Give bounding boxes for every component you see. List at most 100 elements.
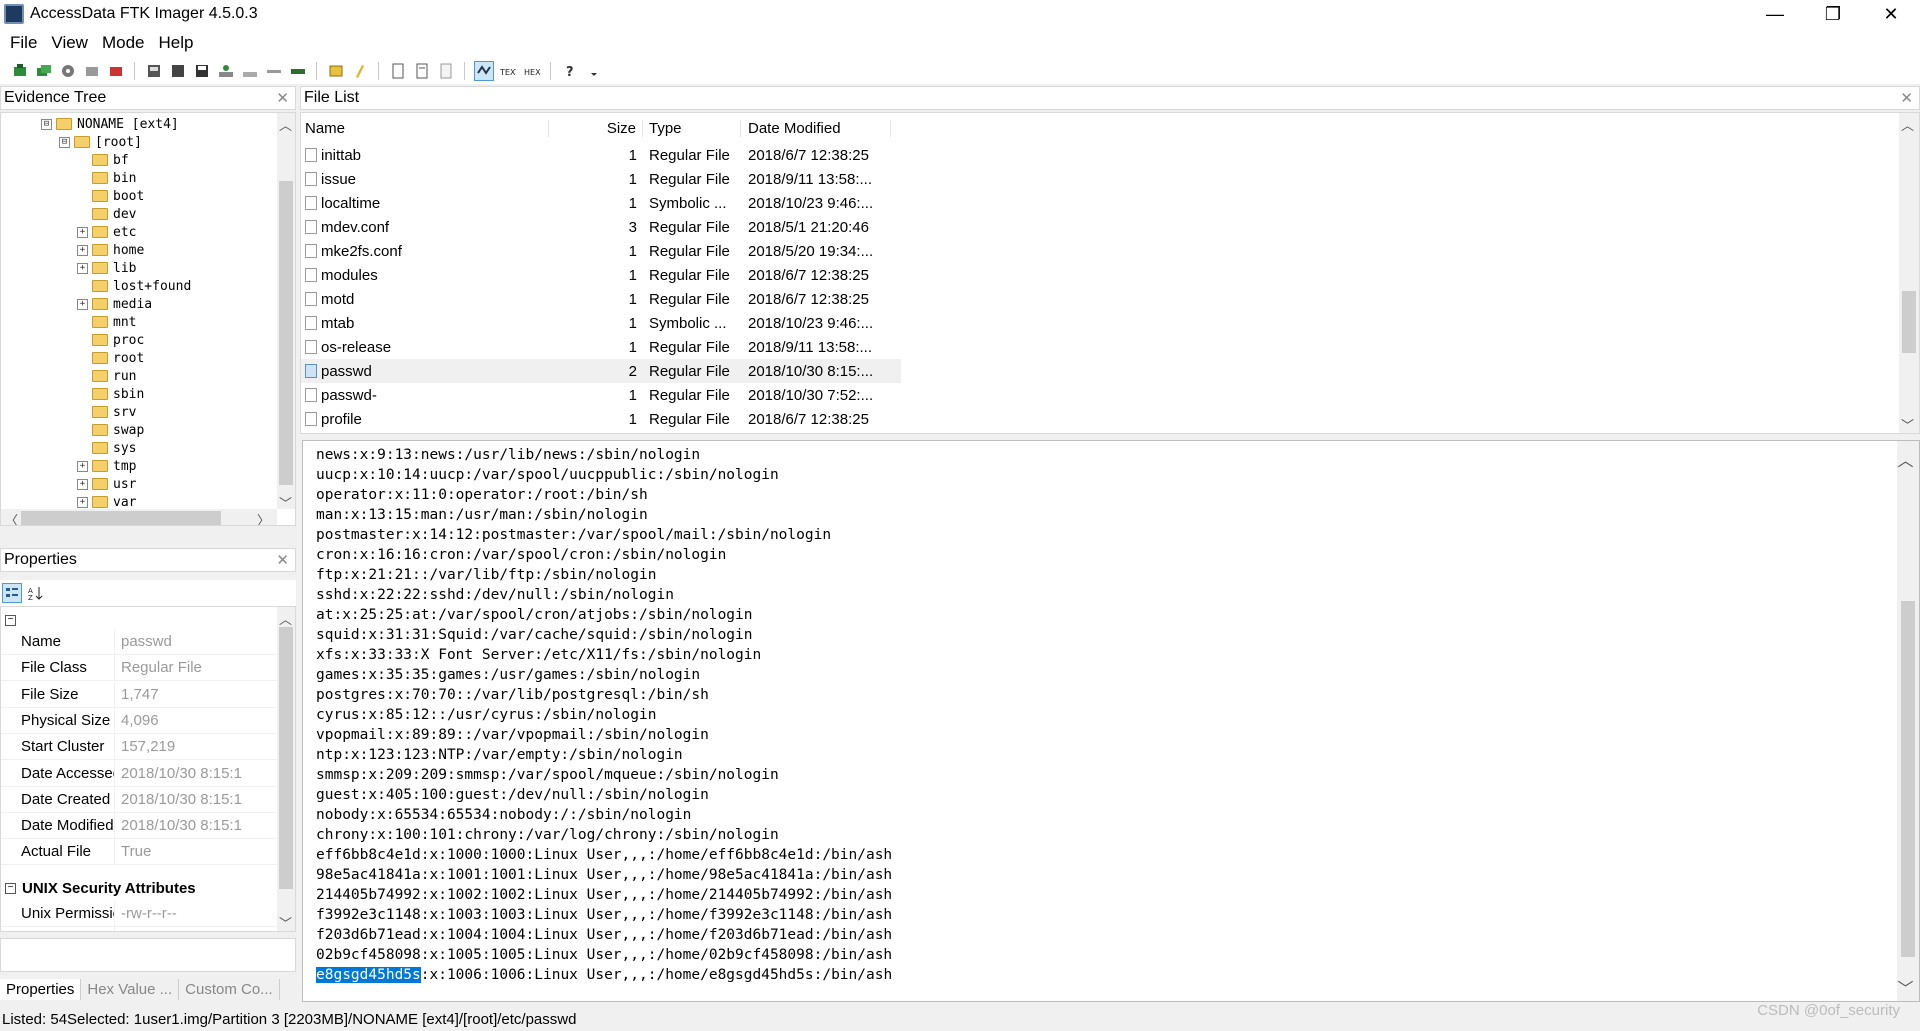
obtain-protected-files-icon[interactable] [264,61,284,81]
expander-icon[interactable]: ⊟ [59,136,70,148]
property-row[interactable]: Actual File True [1,839,277,866]
file-row[interactable]: mdev.conf 3 Regular File 2018/5/1 21:20:46 [301,215,901,239]
tree-node[interactable]: sbin [77,385,144,403]
column-name[interactable]: Name [301,119,549,137]
scroll-up-icon[interactable]: ︿ [1897,447,1914,471]
maximize-button[interactable]: ❐ [1804,0,1862,28]
scrollbar-thumb[interactable] [279,181,293,485]
property-row[interactable]: File Class Regular File [1,655,277,682]
scrollbar-thumb[interactable] [1901,601,1915,957]
capture-memory-icon[interactable] [240,61,260,81]
chevron-down-icon[interactable] [584,61,604,81]
file-list-vscrollbar[interactable]: ︿ ﹀ [1899,113,1919,433]
tree-node[interactable]: sys [77,439,136,457]
tree-node[interactable]: + home [77,241,144,259]
new-page-icon[interactable] [388,61,408,81]
scroll-up-icon[interactable]: ︿ [277,115,294,134]
categorized-icon[interactable] [2,583,22,603]
property-row[interactable]: Unix Permission -rw-r--r-- [1,901,277,927]
tree-node[interactable]: + usr [77,475,136,493]
file-row[interactable]: os-release 1 Regular File 2018/9/11 13:58:.… [301,335,901,359]
tree-node[interactable]: bin [77,169,136,187]
remove-all-icon[interactable] [106,61,126,81]
column-size[interactable]: Size [549,119,643,137]
evidence-tree-vscrollbar[interactable]: ︿ ﹀ [277,113,295,512]
file-row[interactable]: passwd 2 Regular File 2018/10/30 8:15:... [301,359,901,383]
text-view-icon[interactable]: TEXT [498,61,518,81]
file-row[interactable]: mke2fs.conf 1 Regular File 2018/5/20 19:34:… [301,239,901,263]
property-row[interactable]: Date Accessed 2018/10/30 8:15:1 [1,760,277,787]
hex-view-icon[interactable]: HEX [522,61,542,81]
expander-icon[interactable]: + [77,478,88,490]
expander-icon[interactable]: + [77,226,88,238]
memory-chip-icon[interactable] [288,61,308,81]
file-row[interactable]: localtime 1 Symbolic ... 2018/10/23 9:46:..… [301,191,901,215]
tree-node[interactable]: + tmp [77,457,136,475]
column-type[interactable]: Type [643,119,741,137]
tab-hex-value[interactable]: Hex Value ... [81,978,180,1000]
tree-node[interactable]: + media [77,295,152,313]
menu-view[interactable]: View [51,33,88,53]
scroll-down-icon[interactable]: ﹀ [277,493,294,512]
pages-icon[interactable] [436,61,456,81]
tab-properties[interactable]: Properties [0,978,82,1000]
export-files-icon[interactable] [326,61,346,81]
file-row[interactable]: inittab 1 Regular File 2018/6/7 12:38:25 [301,143,901,167]
scroll-down-icon[interactable]: ﹀ [277,913,294,931]
file-row[interactable]: mtab 1 Symbolic ... 2018/10/23 9:46:... [301,311,901,335]
scroll-up-icon[interactable]: ︿ [277,609,294,628]
property-row[interactable]: Date Modified 2018/10/30 8:15:1 [1,813,277,840]
file-row[interactable]: profile 1 Regular File 2018/6/7 12:38:25 [301,407,901,431]
scroll-down-icon[interactable]: ﹀ [1899,415,1916,433]
auto-view-icon[interactable] [474,61,494,81]
remove-evidence-icon[interactable] [82,61,102,81]
scroll-up-icon[interactable]: ︿ [1899,115,1916,134]
property-row[interactable]: Date Created 2018/10/30 8:15:1 [1,786,277,813]
menu-mode[interactable]: Mode [102,33,145,53]
tree-node[interactable]: root [77,349,144,367]
save-icon[interactable] [192,61,212,81]
property-row[interactable]: Name passwd [1,629,277,655]
scroll-down-icon[interactable]: ﹀ [1897,975,1914,999]
expander-icon[interactable]: ⊟ [41,118,52,130]
tree-node[interactable]: proc [77,331,144,349]
expander-icon[interactable]: + [77,262,88,274]
scrollbar-thumb[interactable] [1902,291,1916,353]
tree-node[interactable]: bf [77,151,129,169]
minimize-button[interactable]: — [1746,0,1804,28]
tree-node[interactable]: dev [77,205,136,223]
export-hash-icon[interactable] [350,61,370,81]
export-image-icon[interactable] [168,61,188,81]
close-icon[interactable]: ✕ [276,551,289,569]
tree-node[interactable]: + lib [77,259,136,277]
text-selection[interactable]: e8gsgd45hd5s [316,967,421,983]
file-row[interactable]: motd 1 Regular File 2018/6/7 12:38:25 [301,287,901,311]
close-button[interactable]: ✕ [1862,0,1920,28]
tab-custom-content[interactable]: Custom Co... [179,978,280,1000]
scrollbar-thumb[interactable] [279,627,293,889]
menu-file[interactable]: File [10,33,37,53]
scrollbar-thumb[interactable] [21,511,221,525]
tree-node[interactable]: mnt [77,313,136,331]
add-evidence-icon[interactable] [10,61,30,81]
category-unix-security[interactable]: − UNIX Security Attributes [1,875,277,901]
property-row[interactable]: UID0 [1,927,277,931]
scroll-right-icon[interactable]: 〉 [255,510,272,525]
expander-icon[interactable]: + [77,496,88,508]
close-icon[interactable]: ✕ [1900,89,1913,107]
close-icon[interactable]: ✕ [276,89,289,107]
tree-node[interactable]: srv [77,403,136,421]
tree-node[interactable]: swap [77,421,144,439]
tree-node[interactable]: run [77,367,136,385]
expander-icon[interactable]: + [77,298,88,310]
add-all-devices-icon[interactable] [34,61,54,81]
file-row[interactable]: passwd- 1 Regular File 2018/10/30 7:52:... [301,383,901,407]
property-row[interactable]: Physical Size 4,096 [1,707,277,734]
sort-alphabetical-icon[interactable]: AZ [26,583,46,603]
menu-help[interactable]: Help [158,33,193,53]
properties-vscrollbar[interactable]: ︿ ﹀ [277,607,295,931]
expander-icon[interactable]: + [77,244,88,256]
scroll-left-icon[interactable]: 〈 [3,510,20,525]
tree-node[interactable]: boot [77,187,144,205]
copy-page-icon[interactable] [412,61,432,81]
